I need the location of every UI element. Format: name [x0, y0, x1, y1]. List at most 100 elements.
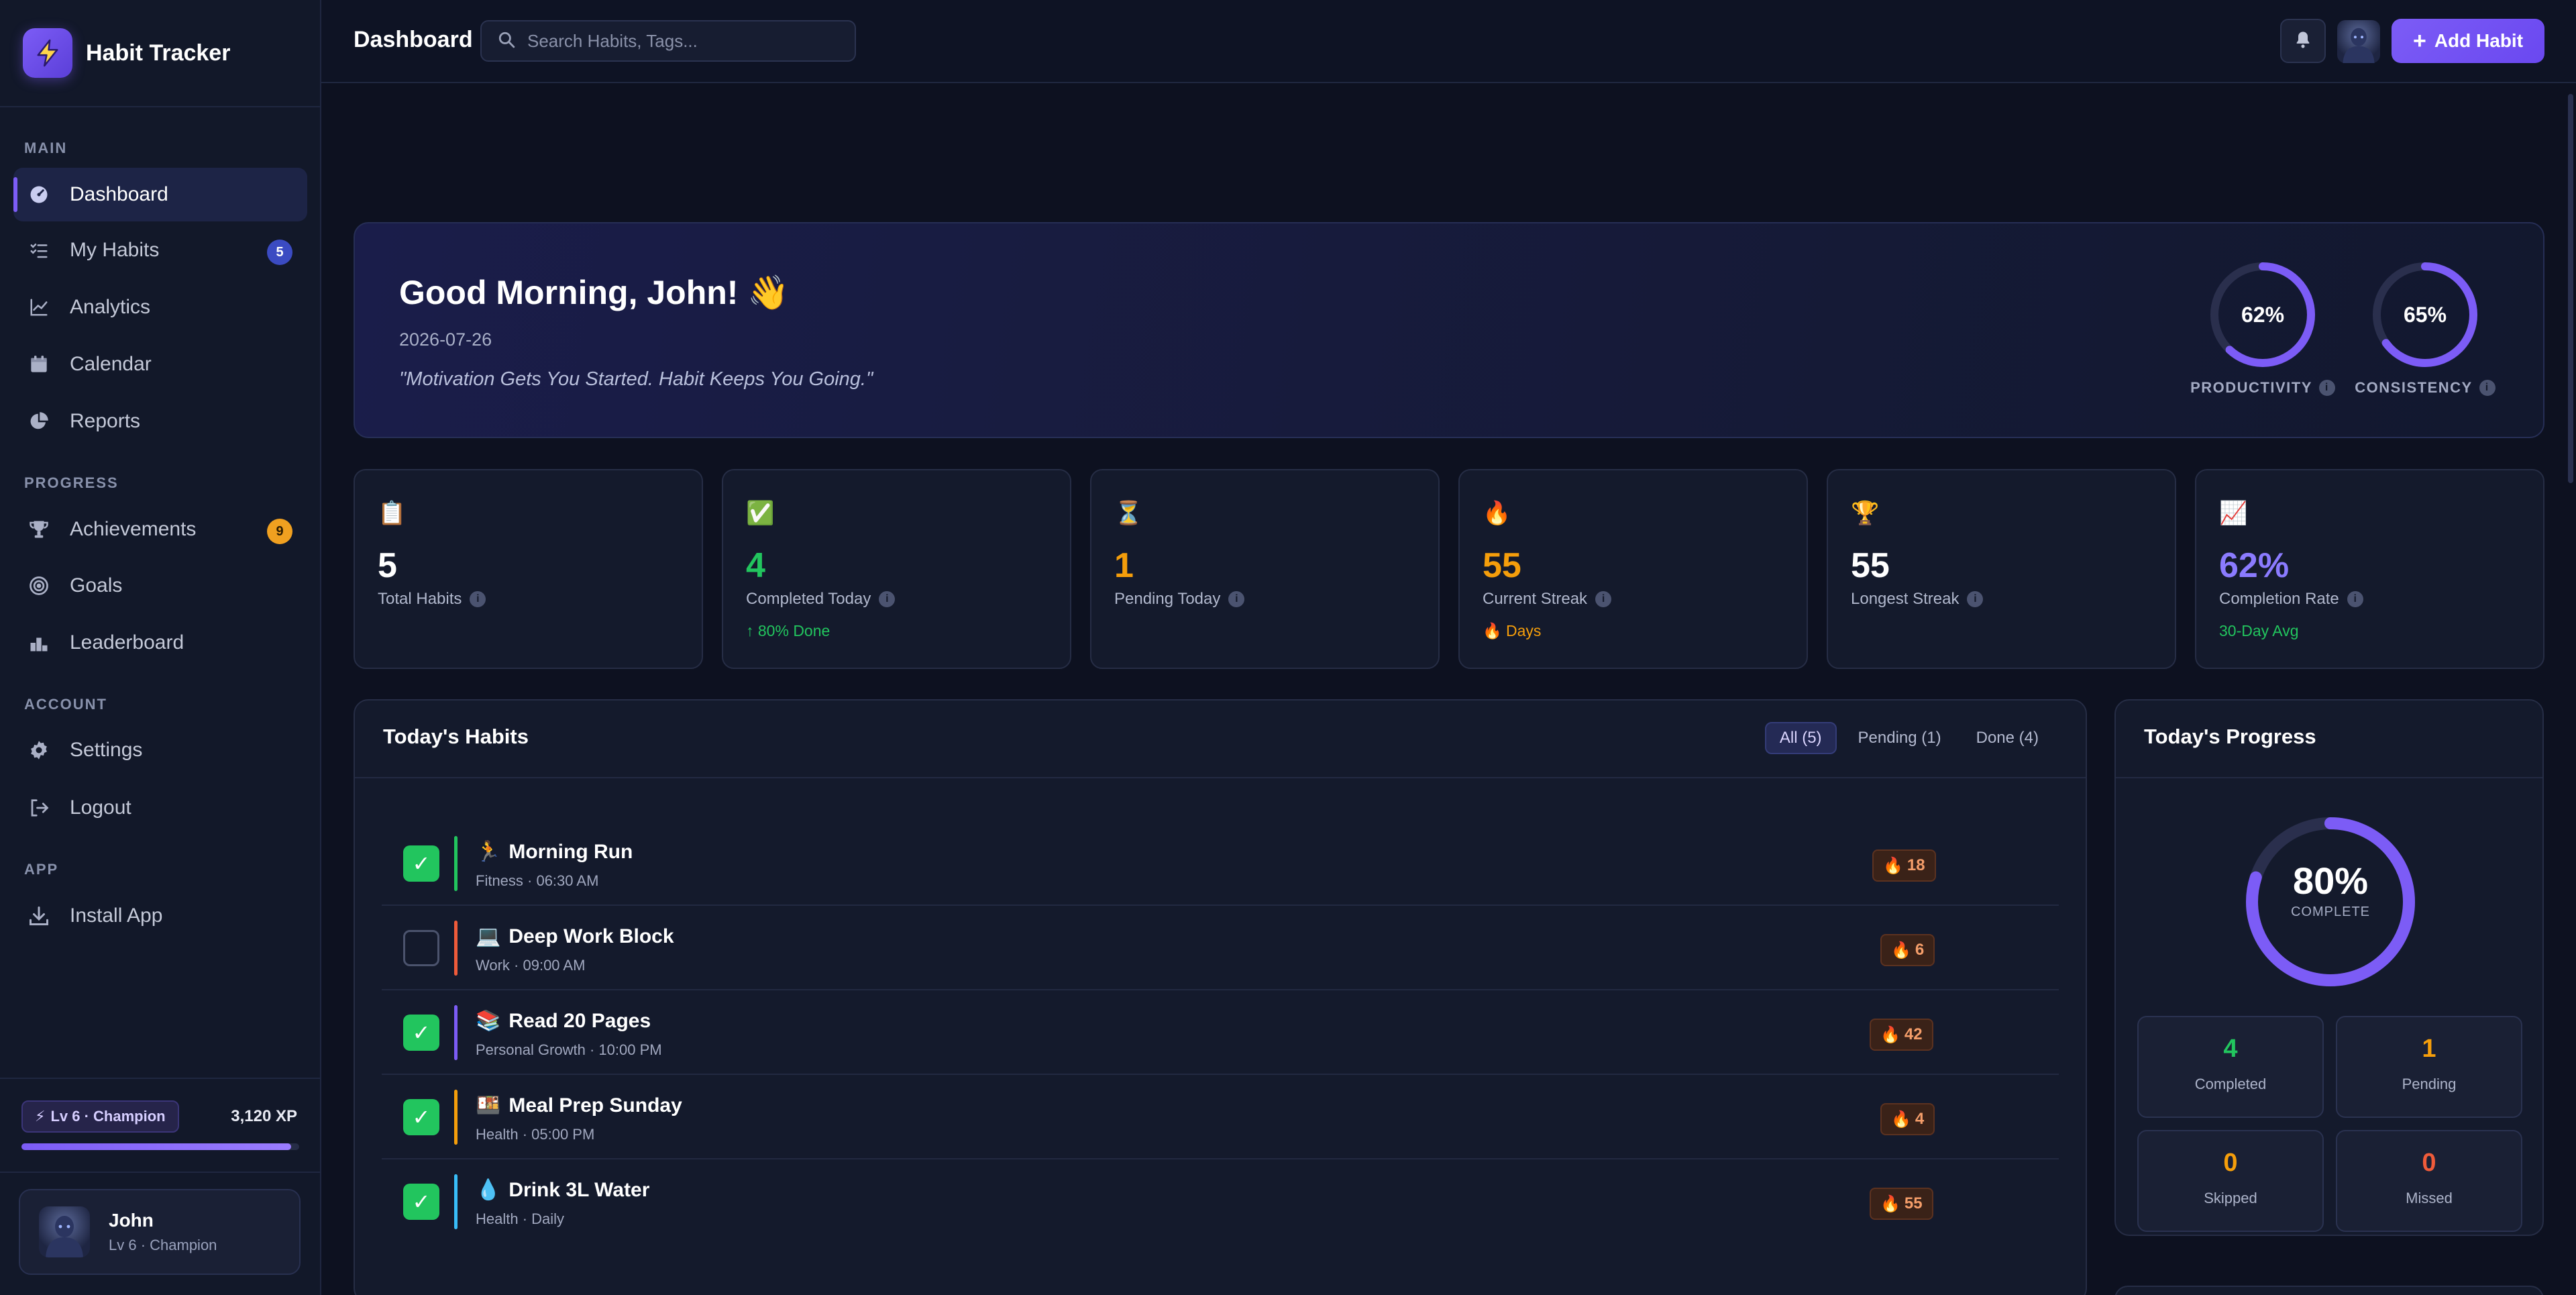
- stat-label: Completed Today i: [746, 590, 896, 609]
- panel-title: Today's Habits: [383, 725, 529, 748]
- habit-meta: Health · 05:00 PM: [476, 1126, 595, 1143]
- info-icon[interactable]: i: [879, 591, 896, 607]
- habit-name-text: Meal Prep Sunday: [508, 1094, 682, 1117]
- stat-value: 62%: [2219, 546, 2290, 585]
- habit-row[interactable]: ✓ 💧 Drink 3L Water Health · Daily 🔥 55: [382, 1159, 2059, 1244]
- filter-tab-all[interactable]: All (5): [1764, 722, 1837, 754]
- brand[interactable]: Habit Tracker: [0, 0, 320, 107]
- progress-percent: 80%: [2292, 860, 2369, 902]
- xp-progress-fill: [21, 1143, 291, 1150]
- habit-row[interactable]: ✓ 🏃 Morning Run Fitness · 06:30 AM 🔥 18: [382, 821, 2059, 906]
- sidebar-item-logout[interactable]: Logout: [13, 781, 307, 835]
- section-account: ACCOUNT: [24, 696, 107, 713]
- streak-badge: 🔥 42: [1870, 1019, 1933, 1051]
- logout-icon: [28, 797, 50, 819]
- sidebar-divider: [0, 1078, 321, 1079]
- pie-chart-icon: [28, 411, 50, 432]
- habit-checkbox[interactable]: [403, 930, 439, 966]
- avatar: [39, 1206, 90, 1257]
- sidebar-item-goals[interactable]: Goals: [13, 559, 307, 613]
- habit-emoji-icon: 💻: [476, 925, 501, 947]
- user-profile-card[interactable]: John Lv 6 · Champion: [19, 1189, 301, 1275]
- sidebar-item-label: Dashboard: [70, 183, 168, 205]
- habit-name: 💧 Drink 3L Water: [476, 1178, 649, 1202]
- search-input[interactable]: Search Habits, Tags...: [480, 20, 856, 62]
- info-icon[interactable]: i: [2347, 591, 2363, 607]
- habit-name: 🏃 Morning Run: [476, 840, 633, 864]
- sidebar-item-label: Analytics: [70, 296, 151, 318]
- panel-title: Today's Progress: [2144, 725, 2316, 748]
- streak-count: 4: [1915, 1110, 1925, 1128]
- stat-value: 1: [1114, 546, 1134, 585]
- stat-card-current-streak[interactable]: 🔥 55 Current Streak i 🔥 Days: [1458, 469, 1808, 669]
- info-icon[interactable]: i: [2479, 380, 2496, 396]
- fire-icon: 🔥: [1880, 1194, 1900, 1213]
- streak-count: 6: [1915, 941, 1925, 959]
- info-icon[interactable]: i: [1595, 591, 1612, 607]
- lightning-logo-icon: [23, 28, 72, 78]
- tile-completed: 4 Completed: [2137, 1016, 2324, 1118]
- stat-label-text: Longest Streak: [1851, 590, 1960, 608]
- sidebar-item-leaderboard[interactable]: Leaderboard: [13, 616, 307, 670]
- sidebar-item-label: Install App: [70, 904, 163, 927]
- category-color-stripe: [454, 1174, 458, 1229]
- stat-label: Total Habits i: [378, 590, 486, 609]
- sidebar-item-reports[interactable]: Reports: [13, 395, 307, 448]
- stat-card-total-habits[interactable]: 📋 5 Total Habits i: [354, 469, 703, 669]
- habit-row[interactable]: ✓ 🍱 Meal Prep Sunday Health · 05:00 PM 🔥 4: [382, 1075, 2059, 1159]
- habit-checkbox[interactable]: ✓: [403, 1184, 439, 1220]
- stat-label-text: Total Habits: [378, 590, 462, 608]
- trophy-icon: [28, 519, 50, 540]
- stat-card-longest-streak[interactable]: 🏆 55 Longest Streak i: [1827, 469, 2176, 669]
- calendar-icon: [28, 354, 50, 375]
- sidebar-item-install-app[interactable]: Install App: [13, 889, 307, 943]
- tile-value: 0: [2223, 1149, 2238, 1177]
- header-avatar[interactable]: [2337, 20, 2380, 63]
- sidebar-item-analytics[interactable]: Analytics: [13, 280, 307, 334]
- lightning-icon: ⚡: [35, 1108, 46, 1125]
- page-scrollbar[interactable]: [2568, 94, 2573, 483]
- add-habit-button[interactable]: + Add Habit: [2392, 19, 2544, 63]
- habit-meta: Fitness · 06:30 AM: [476, 872, 599, 889]
- info-icon[interactable]: i: [1967, 591, 1984, 607]
- sidebar-item-achievements[interactable]: Achievements 9: [13, 503, 307, 556]
- habit-name-text: Read 20 Pages: [508, 1009, 651, 1032]
- consistency-value: 65%: [2404, 303, 2447, 327]
- add-habit-label: Add Habit: [2434, 30, 2524, 51]
- xp-value: 3,120 XP: [231, 1107, 297, 1125]
- habit-row[interactable]: 💻 Deep Work Block Work · 09:00 AM 🔥 6: [382, 906, 2059, 990]
- streak-badge: 🔥 4: [1880, 1103, 1935, 1135]
- info-icon[interactable]: i: [470, 591, 486, 607]
- filter-tab-done[interactable]: Done (4): [1963, 722, 2052, 754]
- info-icon[interactable]: i: [1228, 591, 1245, 607]
- target-icon: [28, 575, 50, 597]
- filter-tab-pending[interactable]: Pending (1): [1845, 722, 1955, 754]
- achievements-count-badge: 9: [267, 519, 292, 544]
- stat-subtext: ↑ 80% Done: [746, 622, 830, 639]
- sidebar-item-settings[interactable]: Settings: [13, 723, 307, 777]
- stat-card-completion-rate[interactable]: 📈 62% Completion Rate i 30-Day Avg: [2195, 469, 2544, 669]
- sidebar-item-calendar[interactable]: Calendar: [13, 338, 307, 391]
- greeting-hero: Good Morning, John! 👋 2026-07-26 "Motiva…: [354, 222, 2544, 438]
- checklist-icon: [28, 240, 50, 261]
- consistency-ring: 65% CONSISTENCY i: [2351, 260, 2499, 397]
- stat-label: Completion Rate i: [2219, 590, 2363, 609]
- stat-card-pending-today[interactable]: ⏳ 1 Pending Today i: [1090, 469, 1440, 669]
- notifications-button[interactable]: [2280, 19, 2326, 63]
- sidebar-item-label: Achievements: [70, 518, 197, 540]
- streak-count: 42: [1904, 1025, 1923, 1043]
- stat-label: Current Streak i: [1483, 590, 1612, 609]
- habit-row[interactable]: ✓ 📚 Read 20 Pages Personal Growth · 10:00…: [382, 990, 2059, 1075]
- sidebar-item-my-habits[interactable]: My Habits 5: [13, 223, 307, 277]
- habit-emoji-icon: 🍱: [476, 1094, 501, 1117]
- stat-card-completed-today[interactable]: ✅ 4 Completed Today i ↑ 80% Done: [722, 469, 1071, 669]
- habit-checkbox[interactable]: ✓: [403, 845, 439, 882]
- habit-emoji-icon: 💧: [476, 1179, 501, 1201]
- tile-value: 4: [2223, 1035, 2238, 1063]
- habit-checkbox[interactable]: ✓: [403, 1015, 439, 1051]
- stat-subtext: 🔥 Days: [1483, 622, 1542, 639]
- info-icon[interactable]: i: [2318, 380, 2335, 396]
- habit-checkbox[interactable]: ✓: [403, 1099, 439, 1135]
- sidebar-item-dashboard[interactable]: Dashboard: [13, 168, 307, 221]
- category-color-stripe: [454, 921, 458, 976]
